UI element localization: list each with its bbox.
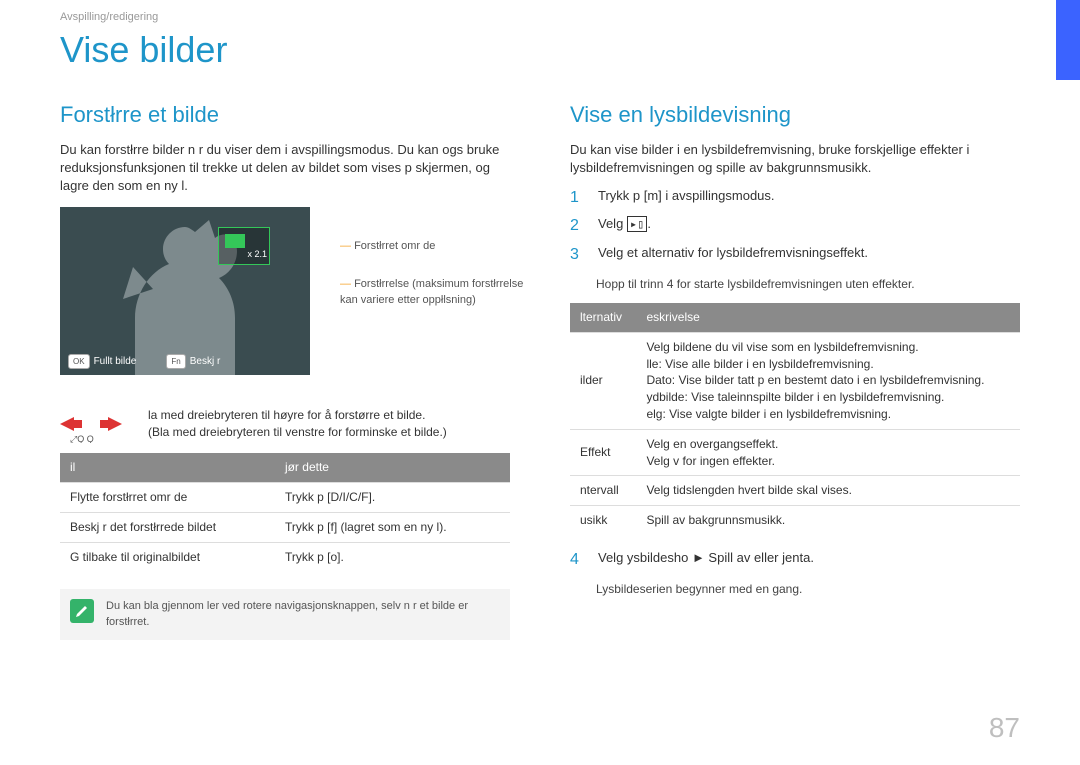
step-4-sub: Lysbildeserien begynner med en gang. [596,581,1020,598]
note-box: Du kan bla gjennom ler ved rotere naviga… [60,589,510,640]
options-table: lternativeskrivelse ilder Velg bildene d… [570,303,1020,535]
crop-label: Beskj r [190,356,221,367]
table-row: Flytte forstłrret omr deTrykk p [D/I/C/F… [60,482,510,512]
section-heading-slideshow: Vise en lysbildevisning [570,100,1020,131]
full-image-label: Fullt bilde [94,356,137,367]
svg-text:⤢Q Q: ⤢Q Q [69,434,94,443]
table-row: ntervallVelg tidslengden hvert bilde ska… [570,476,1020,506]
slideshow-intro: Du kan vise bilder i en lysbildefremvisn… [570,141,1020,177]
step-2: 2Velg ▸▯. [570,215,1020,237]
note-text: Du kan bla gjennom ler ved rotere naviga… [106,599,500,630]
step-1: 1Trykk p [m] i avspillingsmodus. [570,187,1020,209]
table-row: ilder Velg bildene du vil vise som en ly… [570,332,1020,429]
camera-screen-figure: x 2.1 OK Fullt bilde Fn Beskj r [60,207,310,375]
pen-icon [70,599,94,623]
table-row: EffektVelg en overgangseffekt.Velg v for… [570,429,1020,476]
left-column: Forstłrre et bilde Du kan forstłrre bild… [60,100,510,640]
step-3: 3Velg et alternativ for lysbildefremvisn… [570,244,1020,266]
step-3-sub: Hopp til trinn 4 for starte lysbildefrem… [596,276,1020,293]
ok-key: OK [68,354,90,369]
fn-key: Fn [166,354,185,369]
scroll-arrows-icon: ⤢Q Q [60,407,130,443]
annotation-magnification: — Forstłrrelse (maksimum forstłrrelse ka… [340,277,530,308]
page-title: Vise bilder [60,25,1020,75]
page-number: 87 [989,708,1020,747]
th-option: lternativ [570,303,636,332]
annotation-area: — Forstłrret omr de [340,239,435,254]
enlarge-intro: Du kan forstłrre bilder n r du viser dem… [60,141,510,196]
table-row: G tilbake til originalbildetTrykk p [o]. [60,542,510,571]
hint-zoom-out: (Bla med dreiebryteren til venstre for f… [148,424,447,441]
th-desc: eskrivelse [636,303,1020,332]
section-heading-enlarge: Forstłrre et bilde [60,100,510,131]
side-tab [1056,0,1080,80]
th-do: jør dette [275,453,510,482]
th-to: il [60,453,275,482]
breadcrumb: Avspilling/redigering [60,10,1020,25]
table-row: Beskj r det forstłrrede bildetTrykk p [f… [60,512,510,542]
hint-zoom-in: la med dreiebryteren til høyre for å for… [148,407,447,424]
slideshow-icon: ▸▯ [627,216,647,232]
right-column: Vise en lysbildevisning Du kan vise bild… [570,100,1020,640]
zoom-ratio: x 2.1 [247,248,267,261]
actions-table: iljør dette Flytte forstłrret omr deTryk… [60,453,510,571]
step-4: 4Velg ysbildesho ► Spill av eller jenta. [570,549,1020,571]
table-row: usikkSpill av bakgrunnsmusikk. [570,506,1020,535]
